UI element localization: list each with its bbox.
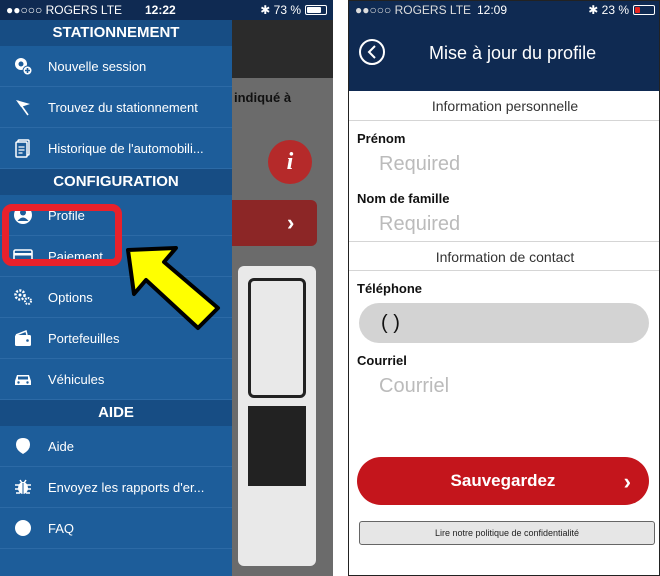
menu-item-label: Options: [48, 289, 93, 305]
right-phone-screen: ●●○○○ ROGERS LTE 12:09 ✱ 23 % Mise à jou…: [348, 0, 660, 576]
car-icon: [12, 368, 34, 390]
status-bar: ●●○○○ ROGERS LTE 12:09 ✱ 23 %: [349, 1, 659, 19]
chevron-right-icon: ›: [287, 210, 295, 235]
parking-sign-image: [238, 266, 316, 566]
background-partial-text: indiqué à: [234, 90, 292, 105]
battery-icon: [305, 5, 327, 15]
menu-item-vehicules[interactable]: Véhicules: [0, 359, 232, 400]
last-name-input[interactable]: Required: [379, 207, 659, 241]
privacy-policy-button[interactable]: Lire notre politique de confidentialité: [359, 521, 655, 545]
page-title: Mise à jour du profile: [429, 43, 597, 63]
battery-percent: ✱ 73 %: [260, 3, 301, 17]
menu-item-historique[interactable]: Historique de l'automobili...: [0, 128, 232, 169]
menu-item-label: Véhicules: [48, 371, 105, 387]
menu-item-label: Envoyez les rapports d'er...: [48, 479, 205, 495]
menu-item-label: Aide: [48, 438, 75, 454]
section-configuration: CONFIGURATION: [0, 169, 232, 195]
nav-bar: Mise à jour du profile: [349, 19, 659, 91]
new-session-icon: [12, 55, 34, 77]
clock: 12:09: [477, 3, 508, 17]
phone-input[interactable]: ( ): [359, 303, 649, 343]
wallet-icon: [12, 327, 34, 349]
menu-item-faq[interactable]: FAQ: [0, 508, 232, 549]
info-icon: i: [268, 140, 312, 184]
menu-item-label: Trouvez du stationnement: [48, 99, 198, 115]
flag-icon: [12, 96, 34, 118]
back-button[interactable]: [359, 39, 385, 65]
email-label: Courriel: [357, 353, 407, 368]
section-aide: AIDE: [0, 400, 232, 426]
profile-form: Information personnelle Prénom Required …: [349, 91, 659, 403]
menu-item-label: Portefeuilles: [48, 330, 120, 346]
menu-item-rapports[interactable]: Envoyez les rapports d'er...: [0, 467, 232, 508]
battery-percent: ✱ 23 %: [588, 3, 629, 17]
bug-icon: [12, 476, 34, 498]
status-bar: ●●○○○ ROGERS LTE 12:22 ✱ 73 %: [0, 0, 333, 20]
chevron-left-icon: [367, 45, 376, 59]
background-red-button: [232, 200, 317, 246]
menu-item-trouvez-stationnement[interactable]: Trouvez du stationnement: [0, 87, 232, 128]
phone-label: Téléphone: [357, 281, 423, 296]
battery-icon: [633, 5, 655, 15]
menu-item-label: Nouvelle session: [48, 58, 147, 74]
gears-icon: [12, 286, 34, 308]
menu-item-nouvelle-session[interactable]: Nouvelle session: [0, 46, 232, 87]
section-contact-info: Information de contact: [349, 241, 659, 271]
menu-item-label: FAQ: [48, 520, 75, 536]
carrier-label: ●●○○○ ROGERS LTE: [6, 3, 123, 17]
menu-item-aide[interactable]: Aide: [0, 426, 232, 467]
email-input[interactable]: Courriel: [379, 369, 659, 403]
faq-icon: [12, 517, 34, 539]
save-button[interactable]: Sauvegardez ›: [357, 457, 649, 505]
first-name-input[interactable]: Required: [379, 147, 659, 181]
highlight-box-profile: [2, 204, 122, 266]
last-name-label: Nom de famille: [357, 191, 450, 206]
first-name-label: Prénom: [357, 131, 406, 146]
pointer-arrow-icon: [126, 246, 220, 330]
history-icon: [12, 137, 34, 159]
chevron-right-icon: ›: [623, 469, 631, 494]
section-stationnement: STATIONNEMENT: [0, 20, 232, 46]
left-phone-screen: indiqué à i › ●●○○○ ROGERS LTE 12:22 ✱ 7…: [0, 0, 333, 576]
save-button-label: Sauvegardez: [450, 471, 556, 490]
menu-item-label: Historique de l'automobili...: [48, 140, 204, 156]
background-app-content: indiqué à i ›: [232, 0, 333, 576]
section-personal-info: Information personnelle: [349, 91, 659, 121]
carrier-label: ●●○○○ ROGERS LTE: [355, 3, 472, 17]
clock: 12:22: [145, 3, 176, 17]
help-icon: [12, 435, 34, 457]
